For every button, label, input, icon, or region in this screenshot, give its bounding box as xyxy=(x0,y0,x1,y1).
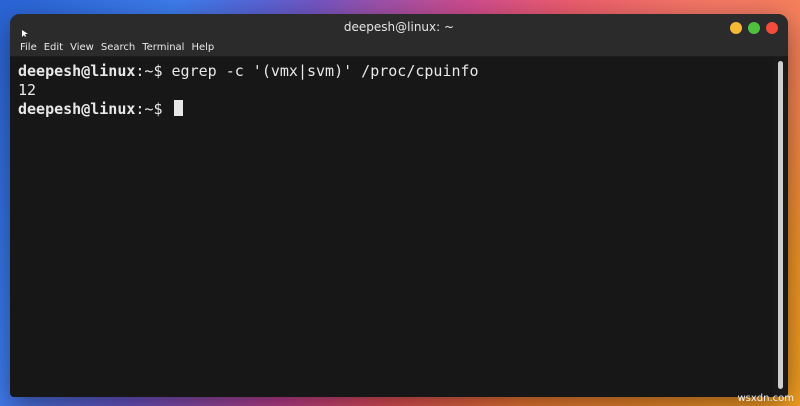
menu-file[interactable]: File xyxy=(20,42,37,53)
command-text: egrep -c '(vmx|svm)' /proc/cpuinfo xyxy=(162,62,479,80)
terminal-output[interactable]: deepesh@linux:~$ egrep -c '(vmx|svm)' /p… xyxy=(10,57,774,397)
menu-view[interactable]: View xyxy=(70,42,94,53)
prompt-path: :~$ xyxy=(135,62,163,80)
menu-bar: File Edit View Search Terminal Help xyxy=(20,42,221,53)
scrollbar[interactable] xyxy=(774,57,788,397)
terminal-line-command: deepesh@linux:~$ egrep -c '(vmx|svm)' /p… xyxy=(18,62,766,81)
terminal-window[interactable]: deepesh@linux: ~ File Edit View Search T… xyxy=(10,14,788,397)
prompt-path: :~$ xyxy=(135,100,163,118)
prompt-user-host: deepesh@linux xyxy=(18,100,136,118)
window-title: deepesh@linux: ~ xyxy=(343,20,455,34)
menu-terminal[interactable]: Terminal xyxy=(142,42,184,53)
menu-help[interactable]: Help xyxy=(191,42,214,53)
watermark: wsxdn.com xyxy=(737,393,794,404)
menu-edit[interactable]: Edit xyxy=(44,42,63,53)
close-button[interactable] xyxy=(766,22,778,34)
menu-search[interactable]: Search xyxy=(101,42,135,53)
window-controls xyxy=(730,22,778,34)
maximize-button[interactable] xyxy=(748,22,760,34)
scroll-thumb[interactable] xyxy=(778,61,783,389)
command-output: 12 xyxy=(18,81,37,99)
terminal-line-prompt: deepesh@linux:~$ xyxy=(18,100,766,119)
command-text xyxy=(163,100,172,118)
terminal-line-output: 12 xyxy=(18,81,766,100)
text-cursor xyxy=(173,100,183,116)
title-bar[interactable]: deepesh@linux: ~ File Edit View Search T… xyxy=(10,14,788,57)
minimize-button[interactable] xyxy=(730,22,742,34)
prompt-user-host: deepesh@linux xyxy=(18,62,136,80)
